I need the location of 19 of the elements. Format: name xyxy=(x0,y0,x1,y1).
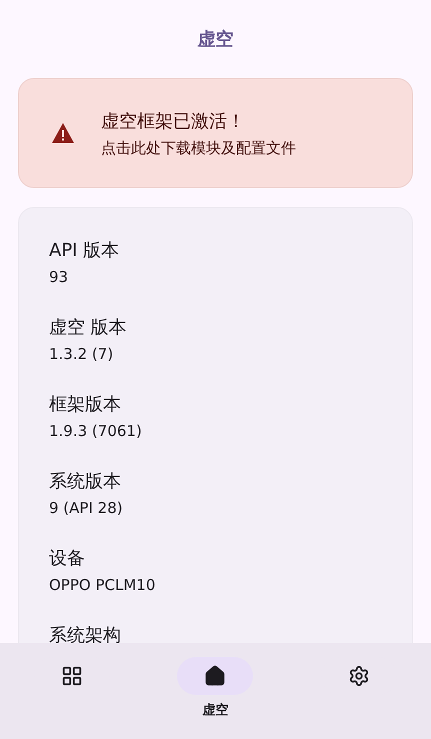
grid-icon xyxy=(60,665,83,687)
app-title: 虚空 xyxy=(198,28,234,51)
info-label: API 版本 xyxy=(49,239,120,262)
info-value: 9 (API 28) xyxy=(49,499,124,517)
info-label: 设备 xyxy=(49,547,86,570)
nav-item[interactable]: 虚空 xyxy=(144,643,288,739)
home-icon xyxy=(204,665,226,687)
info-value: 93 xyxy=(49,268,70,286)
status-subtitle: 点击此处下载模块及配置文件 xyxy=(101,138,296,158)
info-label: 虚空 版本 xyxy=(49,316,128,339)
settings-icon xyxy=(348,665,370,687)
info-label: 系统版本 xyxy=(49,470,122,493)
info-value: 1.9.3 (7061) xyxy=(49,422,143,440)
info-value: 1.3.2 (7) xyxy=(49,345,114,363)
info-value: OPPO PCLM10 xyxy=(49,576,156,594)
status-card[interactable]: 虚空框架已激活！ 点击此处下载模块及配置文件 xyxy=(18,78,413,188)
info-label: 框架版本 xyxy=(49,393,122,416)
status-title: 虚空框架已激活！ xyxy=(101,110,246,132)
warning-icon xyxy=(51,122,75,144)
